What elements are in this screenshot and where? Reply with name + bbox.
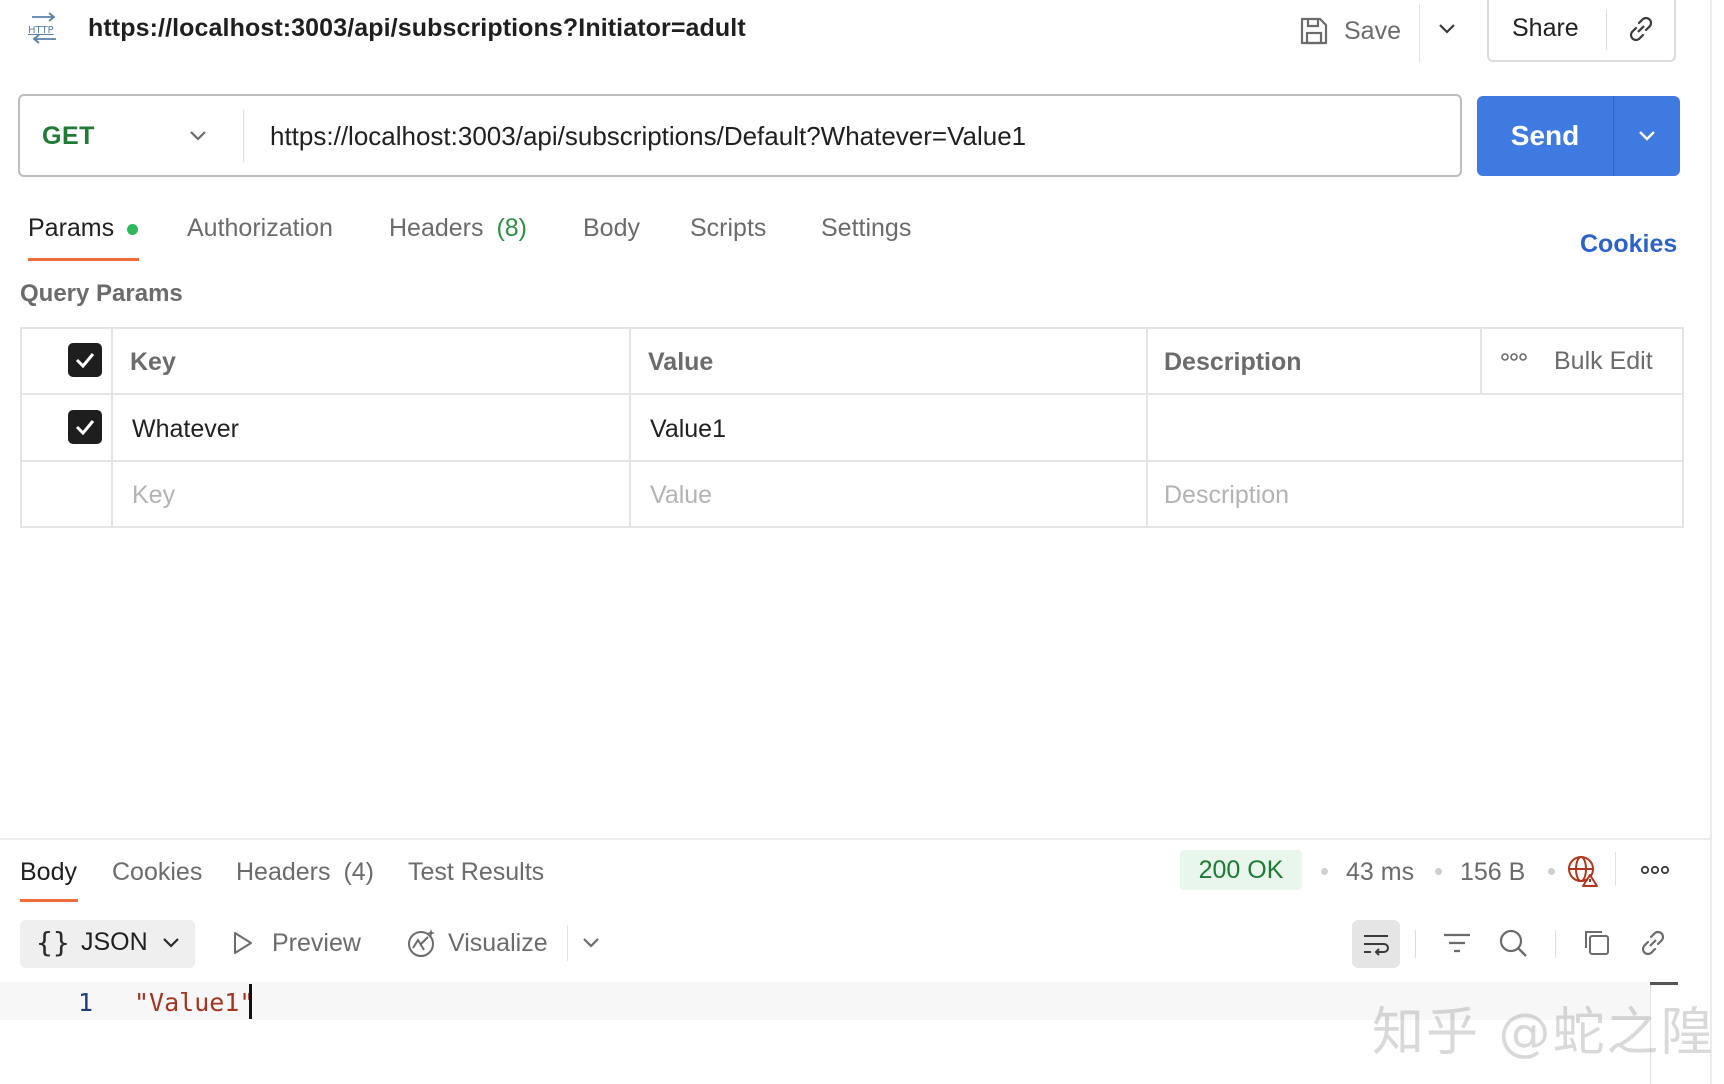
table-col-divider [1480,327,1482,394]
visualize-divider [567,925,568,961]
table-row-divider [20,460,1684,462]
save-icon [1300,17,1328,45]
query-params-title: Query Params [20,280,183,307]
toolbar-divider [1555,930,1556,958]
http-request-icon: HTTP [28,12,56,44]
column-header-key: Key [130,348,176,376]
param-value-cell[interactable]: Value1 [650,415,726,444]
table-row-divider [20,393,1684,395]
text-cursor [249,984,252,1019]
checkmark-icon [75,353,95,369]
tab-settings[interactable]: Settings [821,214,911,243]
copy-link-icon[interactable] [1624,12,1658,46]
request-bar-divider [243,110,244,162]
response-tab-headers[interactable]: Headers (4) [236,858,374,887]
wrap-lines-button[interactable] [1352,920,1400,968]
copy-icon[interactable] [1580,926,1614,960]
scrollbar-thumb[interactable] [1650,982,1678,985]
tab-headers-count: (8) [496,214,528,242]
meta-divider [1615,852,1616,886]
line-number: 1 [78,988,94,1017]
bulk-edit-button[interactable]: Bulk Edit [1554,347,1653,376]
watermark: 知乎 @蛇之隍 [1372,1003,1715,1063]
new-param-key-input[interactable]: Key [132,481,175,510]
share-button[interactable]: Share [1512,14,1579,43]
send-button[interactable]: Send [1477,96,1613,176]
more-options-icon[interactable] [1500,350,1528,364]
select-all-checkbox[interactable] [68,343,102,377]
response-size[interactable]: 156 B [1460,858,1525,887]
new-param-description-input[interactable]: Description [1164,481,1289,510]
active-tab-indicator [28,258,139,261]
filter-icon[interactable] [1440,926,1474,960]
pane-edge [1710,0,1712,1084]
params-active-dot [127,224,138,235]
response-more-icon[interactable] [1640,863,1670,877]
column-header-description: Description [1164,348,1302,376]
response-active-tab-indicator [20,899,78,902]
meta-separator-dot [1435,868,1442,875]
status-badge[interactable]: 200 OK [1180,850,1302,890]
send-chevron-down-icon [1639,131,1655,141]
response-divider [0,838,1712,840]
json-string-value[interactable]: "Value1" [134,988,254,1017]
save-button[interactable]: Save [1298,6,1401,56]
tab-body[interactable]: Body [583,214,640,243]
format-label: JSON [81,928,148,956]
http-badge-text: HTTP [28,25,54,36]
tab-headers-label: Headers [389,214,484,242]
tab-authorization[interactable]: Authorization [187,214,333,243]
response-tab-body[interactable]: Body [20,858,77,887]
play-icon [234,932,252,954]
response-time[interactable]: 43 ms [1346,858,1414,887]
toolbar-divider [1415,930,1416,958]
preview-button[interactable]: Preview [272,929,361,958]
search-icon[interactable] [1496,926,1530,960]
cookies-link[interactable]: Cookies [1580,230,1677,259]
param-key-cell[interactable]: Whatever [132,415,239,444]
tab-scripts[interactable]: Scripts [690,214,766,243]
param-row-checkbox[interactable] [68,410,102,444]
table-col-divider [111,327,113,528]
save-label: Save [1344,16,1401,45]
method-select[interactable]: GET [42,122,95,151]
request-title[interactable]: https://localhost:3003/api/subscriptions… [88,14,746,43]
url-input[interactable]: https://localhost:3003/api/subscriptions… [270,121,1026,152]
response-headers-count: (4) [343,858,375,886]
network-globe-warning-icon[interactable] [1566,854,1600,888]
checkmark-icon [75,420,95,436]
tab-params[interactable]: Params [28,214,114,243]
header-divider [1419,4,1420,62]
response-tab-test-results[interactable]: Test Results [408,858,544,887]
new-param-value-input[interactable]: Value [650,481,712,510]
visualize-chevron-down-icon[interactable] [578,930,604,956]
table-col-divider [629,327,631,528]
visualize-button[interactable]: Visualize [448,929,548,958]
params-table [20,327,1684,528]
link-icon[interactable] [1636,926,1670,960]
method-chevron-down-icon[interactable] [184,122,212,150]
response-tab-headers-label: Headers [236,858,331,886]
table-col-divider [1146,327,1148,528]
tab-headers[interactable]: Headers (8) [389,214,527,243]
braces-icon: {} [36,926,70,959]
column-header-value: Value [648,348,714,376]
visualize-icon [408,929,435,957]
save-options-chevron-down-icon[interactable] [1432,14,1462,44]
share-divider [1606,10,1607,50]
format-chevron-down-icon [163,938,179,948]
send-options-button[interactable] [1614,96,1680,176]
meta-separator-dot [1548,868,1555,875]
wrap-lines-icon [1364,935,1389,956]
meta-separator-dot [1321,868,1328,875]
response-tab-cookies[interactable]: Cookies [112,858,202,887]
